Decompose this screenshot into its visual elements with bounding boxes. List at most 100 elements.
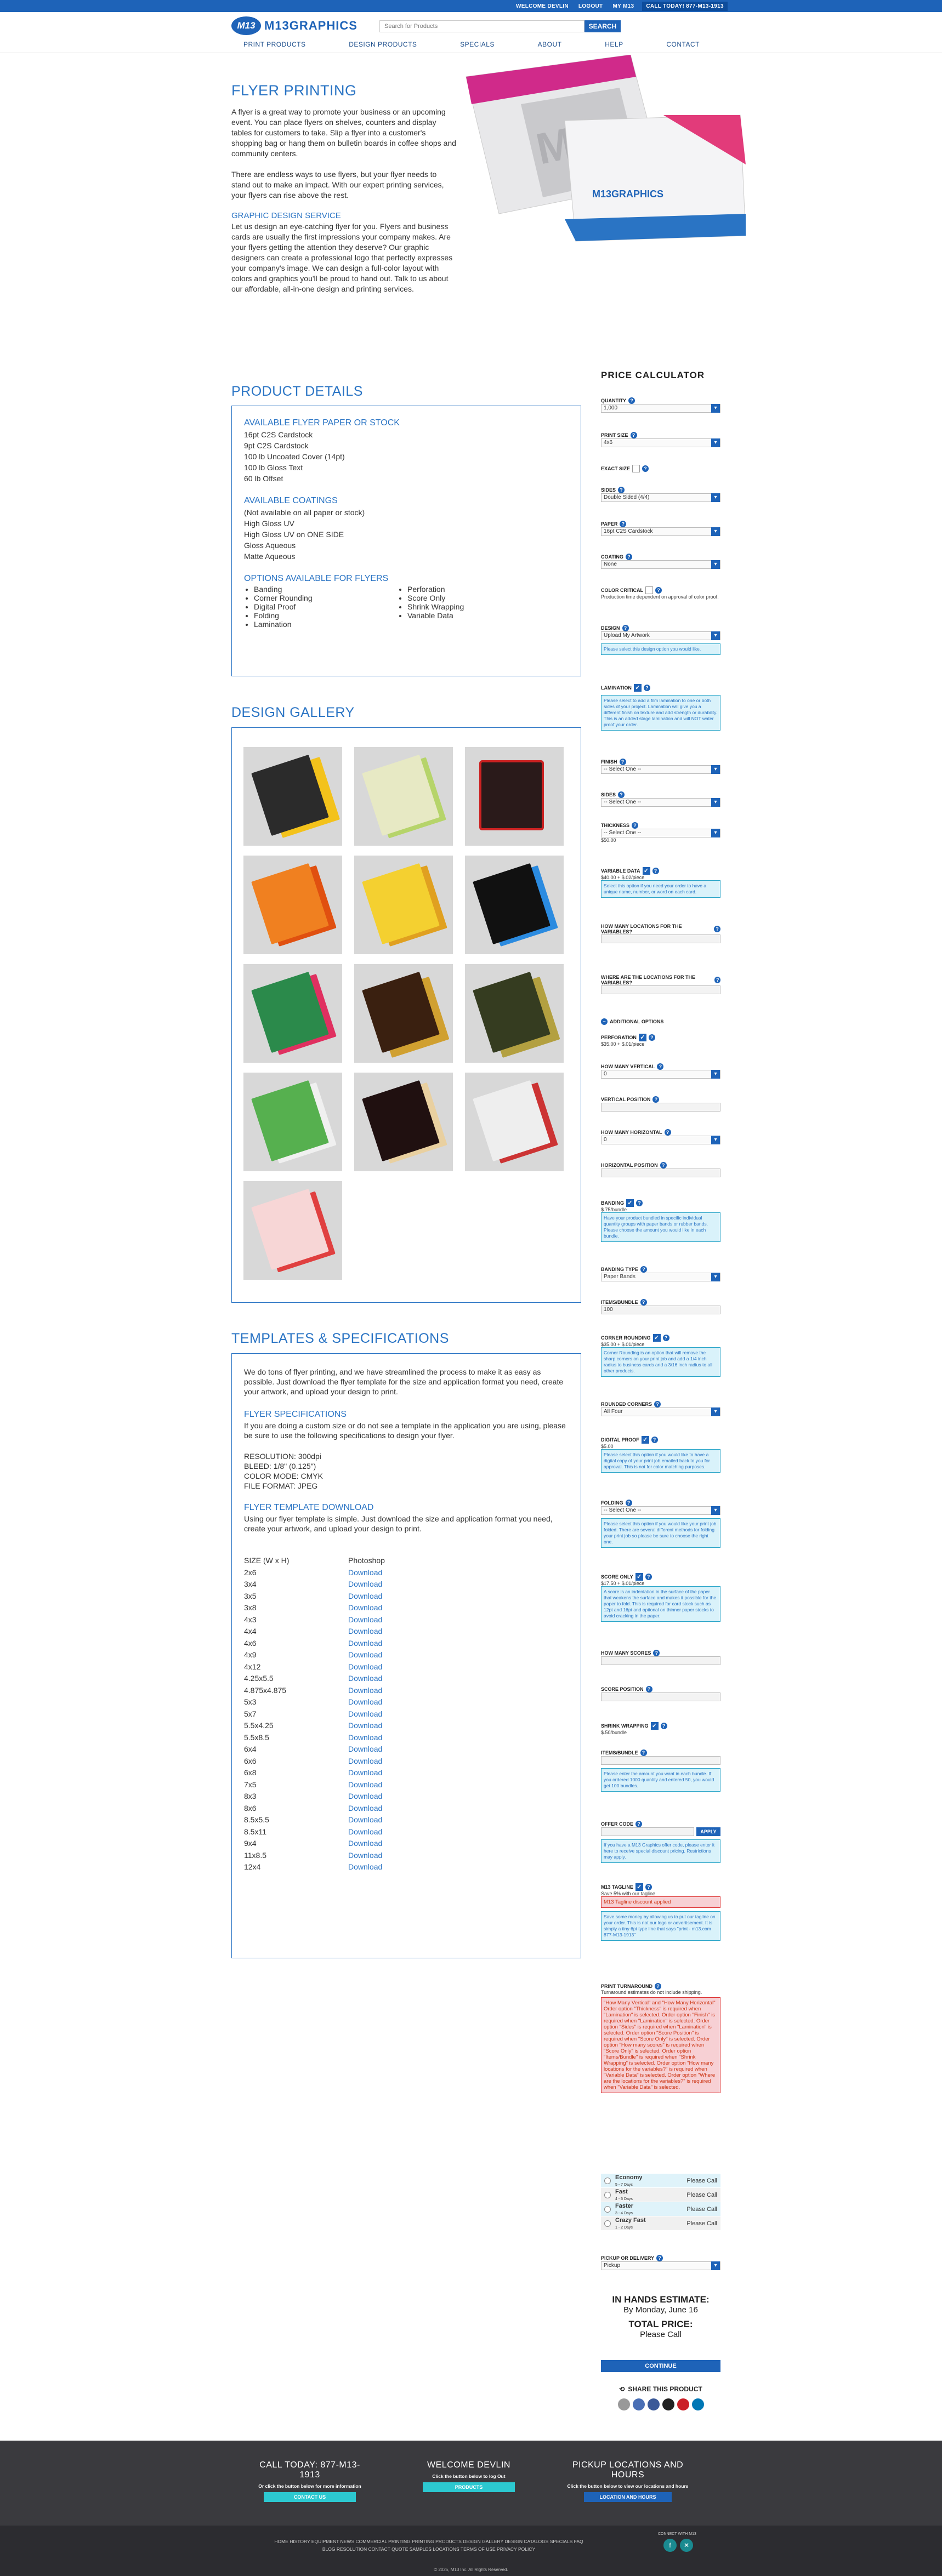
thickness-select[interactable]: -- Select One --	[601, 829, 720, 837]
radio-button[interactable]	[604, 2220, 611, 2227]
nav-print-products[interactable]: PRINT PRODUCTS	[230, 41, 319, 48]
help-icon[interactable]: ?	[618, 791, 625, 798]
banding-checkbox[interactable]: ✓	[626, 1199, 634, 1207]
help-icon[interactable]: ?	[645, 1884, 652, 1890]
facebook-icon[interactable]: f	[663, 2539, 677, 2552]
finish-select[interactable]: -- Select One --	[601, 765, 720, 774]
shrink-wrapping-checkbox[interactable]: ✓	[650, 1722, 659, 1730]
contact-us-button[interactable]: CONTACT US	[264, 2492, 356, 2502]
help-icon[interactable]: ?	[618, 487, 625, 493]
download-link[interactable]: Download	[348, 1791, 458, 1801]
help-icon[interactable]: ?	[642, 465, 649, 472]
how-many-horizontal-select[interactable]: 0	[601, 1136, 720, 1144]
gallery-thumbnail[interactable]	[243, 856, 342, 954]
download-link[interactable]: Download	[348, 1673, 458, 1683]
help-icon[interactable]: ?	[655, 587, 662, 594]
radio-button[interactable]	[604, 2205, 611, 2213]
rounded-corners-select[interactable]: All Four	[601, 1407, 720, 1416]
download-link[interactable]: Download	[348, 1615, 458, 1625]
footer-link-row[interactable]: HOME HISTORY EQUIPMENT NEWS COMMERCIAL P…	[237, 2538, 621, 2545]
nav-specials[interactable]: SPECIALS	[447, 41, 508, 48]
help-icon[interactable]: ?	[656, 2255, 663, 2261]
gallery-thumbnail[interactable]	[465, 856, 564, 954]
help-icon[interactable]: ?	[630, 432, 637, 438]
apply-button[interactable]: APPLY	[696, 1827, 720, 1836]
linkedin-icon[interactable]	[691, 2398, 704, 2410]
help-icon[interactable]: ?	[625, 1500, 632, 1506]
gallery-thumbnail[interactable]	[243, 1073, 342, 1171]
my-account-link[interactable]: MY M13	[609, 2, 638, 11]
help-icon[interactable]: ?	[635, 1821, 643, 1827]
variable-where-input[interactable]	[601, 985, 720, 994]
print-icon[interactable]	[617, 2398, 630, 2410]
help-icon[interactable]: ?	[643, 685, 650, 691]
download-link[interactable]: Download	[348, 1744, 458, 1754]
variable-data-checkbox[interactable]: ✓	[642, 867, 650, 875]
score-position-input[interactable]	[601, 1692, 720, 1701]
download-link[interactable]: Download	[348, 1732, 458, 1742]
gallery-thumbnail[interactable]	[465, 964, 564, 1063]
download-link[interactable]: Download	[348, 1697, 458, 1707]
download-link[interactable]: Download	[348, 1685, 458, 1695]
gallery-thumbnail[interactable]	[354, 747, 453, 846]
help-icon[interactable]: ?	[640, 1749, 647, 1756]
help-icon[interactable]: ?	[654, 1401, 661, 1407]
gallery-thumbnail[interactable]	[465, 1073, 564, 1171]
logout-link[interactable]: LOGOUT	[575, 2, 607, 11]
footer-link-row[interactable]: BLOG RESOLUTION CONTACT QUOTE SAMPLES LO…	[237, 2545, 621, 2553]
help-icon[interactable]: ?	[640, 1266, 648, 1273]
call-link[interactable]: CALL TODAY! 877-M13-1913	[642, 2, 728, 11]
download-link[interactable]: Download	[348, 1709, 458, 1719]
turnaround-option[interactable]: Fast 4 - 5 Days Please Call	[601, 2188, 720, 2202]
download-link[interactable]: Download	[348, 1827, 458, 1837]
radio-button[interactable]	[604, 2177, 611, 2184]
turnaround-option[interactable]: Faster 3 - 4 Days Please Call	[601, 2202, 720, 2216]
help-icon[interactable]: ?	[622, 625, 629, 631]
help-icon[interactable]: ?	[625, 554, 632, 560]
variable-locations-input[interactable]	[601, 934, 720, 943]
help-icon[interactable]: ?	[660, 1162, 667, 1169]
design-select[interactable]: Upload My Artwork	[601, 631, 720, 640]
download-link[interactable]: Download	[348, 1579, 458, 1589]
items-bundle-input[interactable]: 100	[601, 1306, 720, 1314]
continue-button[interactable]: CONTINUE	[601, 2360, 720, 2372]
m13-tagline-checkbox[interactable]: ✓	[635, 1883, 643, 1891]
horizontal-position-input[interactable]	[601, 1169, 720, 1177]
color-critical-checkbox[interactable]	[645, 586, 653, 594]
offer-code-input[interactable]	[601, 1827, 694, 1836]
download-link[interactable]: Download	[348, 1780, 458, 1789]
help-icon[interactable]: ?	[636, 1200, 643, 1206]
paper-select[interactable]: 16pt C2S Cardstock	[601, 527, 720, 536]
help-icon[interactable]: ?	[620, 521, 627, 527]
sides-select[interactable]: Double Sided (4/4)	[601, 493, 720, 502]
search-button[interactable]: SEARCH	[585, 20, 621, 32]
download-link[interactable]: Download	[348, 1650, 458, 1660]
help-icon[interactable]: ?	[653, 1650, 660, 1656]
turnaround-option[interactable]: Crazy Fast 1 - 2 Days Please Call	[601, 2216, 720, 2231]
products-button[interactable]: PRODUCTS	[423, 2482, 515, 2492]
x-icon[interactable]	[662, 2398, 674, 2410]
nav-help[interactable]: HELP	[592, 41, 636, 48]
help-icon[interactable]: ?	[664, 1129, 671, 1136]
download-link[interactable]: Download	[348, 1626, 458, 1636]
help-icon[interactable]: ?	[628, 397, 635, 404]
search-input[interactable]	[379, 20, 585, 32]
help-icon[interactable]: ?	[632, 822, 639, 829]
help-icon[interactable]: ?	[645, 1686, 652, 1692]
score-only-checkbox[interactable]: ✓	[635, 1573, 643, 1581]
coating-select[interactable]: None	[601, 560, 720, 569]
nav-about[interactable]: ABOUT	[525, 41, 575, 48]
download-link[interactable]: Download	[348, 1768, 458, 1777]
help-icon[interactable]: ?	[619, 759, 626, 765]
email-icon[interactable]	[632, 2398, 645, 2410]
help-icon[interactable]: ?	[660, 1723, 667, 1729]
facebook-icon[interactable]	[647, 2398, 660, 2410]
download-link[interactable]: Download	[348, 1838, 458, 1848]
gallery-thumbnail[interactable]	[354, 1073, 453, 1171]
download-link[interactable]: Download	[348, 1638, 458, 1648]
print-size-select[interactable]: 4x6	[601, 438, 720, 447]
x-icon[interactable]: ✕	[680, 2539, 693, 2552]
help-icon[interactable]: ?	[652, 1096, 660, 1103]
how-many-scores-input[interactable]	[601, 1656, 720, 1665]
gallery-thumbnail[interactable]	[243, 1181, 342, 1280]
